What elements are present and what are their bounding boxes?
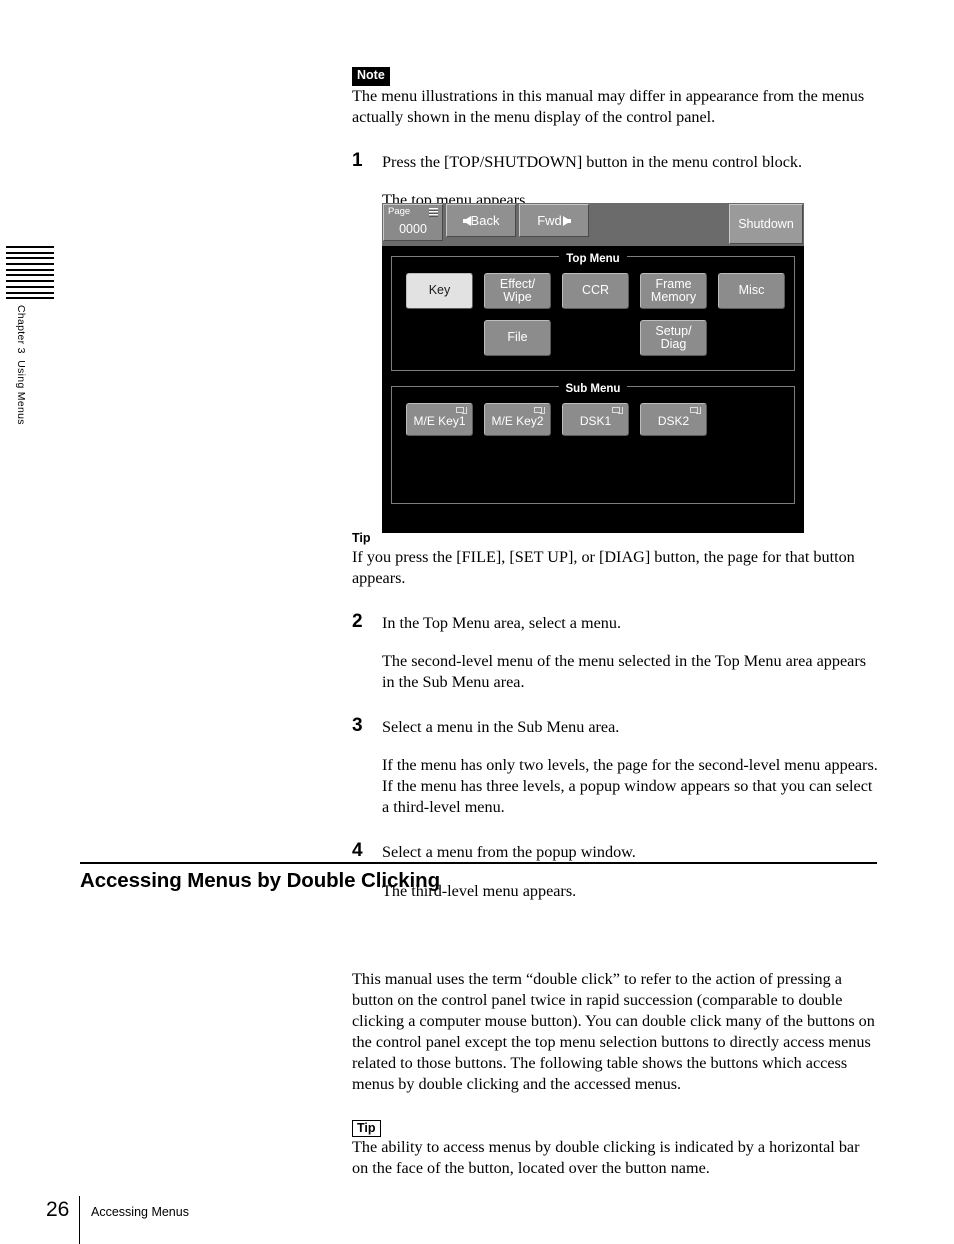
- sub-menu-button-me-key1[interactable]: M/E Key1: [406, 403, 473, 436]
- note-block: Note The menu illustrations in this manu…: [352, 66, 878, 128]
- menu-header-bar: Page 0000 Back Fwd Shutdown: [382, 203, 804, 246]
- tab-line: [6, 268, 54, 271]
- double-click-screen-icon: [612, 407, 623, 415]
- footer-section-name: Accessing Menus: [91, 1205, 189, 1219]
- top-menu-button-file[interactable]: File: [484, 320, 551, 356]
- back-button[interactable]: Back: [446, 204, 516, 237]
- tab-line: [6, 297, 54, 300]
- double-click-screen-icon: [534, 407, 545, 415]
- tab-line: [6, 291, 54, 294]
- back-button-label: Back: [470, 213, 500, 228]
- top-menu-button-ccr[interactable]: CCR: [562, 273, 629, 309]
- step-2-result: The second-level menu of the menu select…: [382, 652, 867, 692]
- shutdown-button[interactable]: Shutdown: [729, 204, 803, 244]
- step-4: 4 Select a menu from the popup window.: [352, 840, 878, 863]
- sub-menu-title: Sub Menu: [392, 379, 794, 397]
- top-menu-button-misc[interactable]: Misc: [718, 273, 785, 309]
- arrow-right-icon: [562, 215, 571, 226]
- tab-line: [6, 285, 54, 288]
- page-button[interactable]: Page 0000: [383, 204, 443, 241]
- tab-line: [6, 257, 54, 260]
- forward-button-label: Fwd: [537, 213, 562, 228]
- tip-block-figure: Tip If you press the [FILE], [SET UP], o…: [352, 529, 878, 589]
- step-3: 3 Select a menu in the Sub Menu area.: [352, 715, 878, 738]
- section-divider-rule: [80, 862, 877, 864]
- sub-menu-button-dsk2[interactable]: DSK2: [640, 403, 707, 436]
- step-number: 1: [352, 149, 363, 171]
- top-menu-title: Top Menu: [392, 249, 794, 267]
- header-spacer: [592, 203, 729, 246]
- tip-tag: Tip: [352, 1119, 381, 1138]
- top-menu-button-setup-diag[interactable]: Setup/ Diag: [640, 320, 707, 356]
- row2-spacer: [406, 320, 473, 356]
- sub-menu-button-dsk1[interactable]: DSK1: [562, 403, 629, 436]
- double-click-screen-icon: [690, 407, 701, 415]
- footer-divider: [79, 1196, 80, 1244]
- content-column: Note The menu illustrations in this manu…: [352, 0, 878, 1179]
- step-instruction: Select a menu from the popup window.: [382, 843, 636, 862]
- tab-line: [6, 274, 54, 277]
- step-number: 3: [352, 715, 363, 737]
- top-menu-row-2: File Setup/ Diag: [392, 320, 794, 356]
- tab-line: [6, 251, 54, 254]
- page-button-label: Page: [388, 206, 411, 217]
- section-body-text: This manual uses the term “double click”…: [352, 969, 875, 1093]
- tip-block-section: Tip The ability to access menus by doubl…: [352, 1119, 878, 1180]
- arrow-left-icon: [462, 215, 471, 226]
- page-number-value: 0000: [399, 221, 427, 236]
- step-instruction: In the Top Menu area, select a menu.: [382, 614, 622, 632]
- chapter-tab-marker: [6, 246, 54, 300]
- step-2: 2 In the Top Menu area, select a menu.: [352, 611, 878, 634]
- note-tag: Note: [352, 67, 390, 86]
- shutdown-button-label: Shutdown: [738, 217, 794, 231]
- tab-line: [6, 280, 54, 283]
- tip-tag: Tip: [352, 530, 371, 545]
- sub-menu-button-me-key2[interactable]: M/E Key2: [484, 403, 551, 436]
- step-instruction: Select a menu in the Sub Menu area.: [382, 718, 620, 737]
- top-menu-button-effect-wipe[interactable]: Effect/ Wipe: [484, 273, 551, 309]
- menu-display-figure: Page 0000 Back Fwd Shutdown Top Menu Key: [382, 203, 804, 533]
- tip-text: If you press the [FILE], [SET UP], or [D…: [352, 547, 855, 587]
- keypad-icon: [429, 208, 438, 217]
- step-number: 2: [352, 611, 363, 632]
- section-heading: Accessing Menus by Double Clicking: [80, 869, 440, 892]
- chapter-label: Chapter 3 Using Menus: [15, 305, 27, 425]
- note-text: The menu illustrations in this manual ma…: [352, 86, 865, 126]
- menu-body: Top Menu Key Effect/ Wipe CCR Frame Memo…: [382, 253, 804, 533]
- top-menu-area: Top Menu Key Effect/ Wipe CCR Frame Memo…: [391, 253, 795, 371]
- top-menu-button-key[interactable]: Key: [406, 273, 473, 309]
- tab-line: [6, 246, 54, 248]
- tip-text: The ability to access menus by double cl…: [352, 1138, 860, 1178]
- step-1: 1 Press the [TOP/SHUTDOWN] button in the…: [352, 149, 878, 173]
- step-number: 4: [352, 840, 363, 862]
- top-menu-button-frame-memory[interactable]: Frame Memory: [640, 273, 707, 309]
- tab-line: [6, 263, 54, 266]
- forward-button[interactable]: Fwd: [519, 204, 589, 237]
- step-instruction: Press the [TOP/SHUTDOWN] button in the m…: [382, 152, 803, 171]
- double-click-screen-icon: [456, 407, 467, 415]
- page-number: 26: [46, 1198, 70, 1221]
- row2-spacer: [562, 320, 629, 356]
- step-3-result: If the menu has only two levels, the pag…: [382, 756, 878, 817]
- sub-menu-area: Sub Menu M/E Key1 M/E Key2 DSK1 DSK2: [391, 383, 795, 504]
